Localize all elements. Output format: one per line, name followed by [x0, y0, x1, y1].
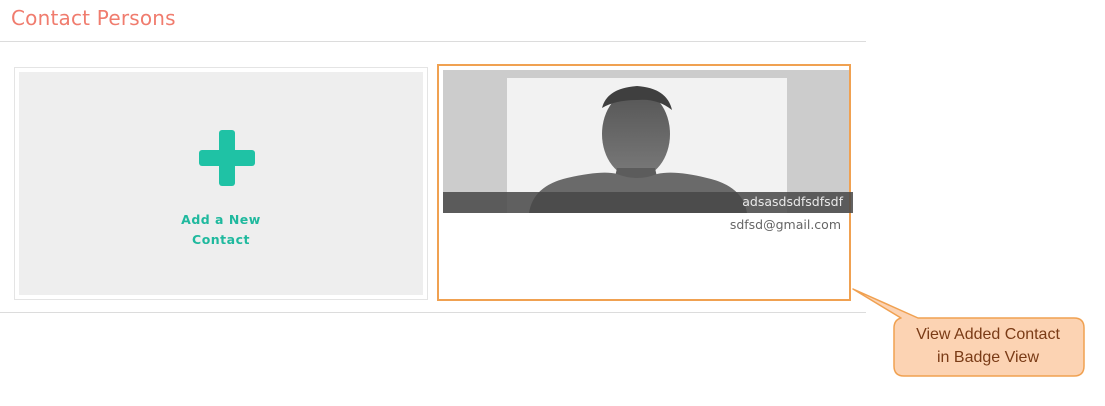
callout-text: View Added Contact in Badge View — [895, 323, 1081, 369]
callout-line-2: in Badge View — [937, 349, 1039, 366]
callout-line-1: View Added Contact — [916, 326, 1060, 343]
